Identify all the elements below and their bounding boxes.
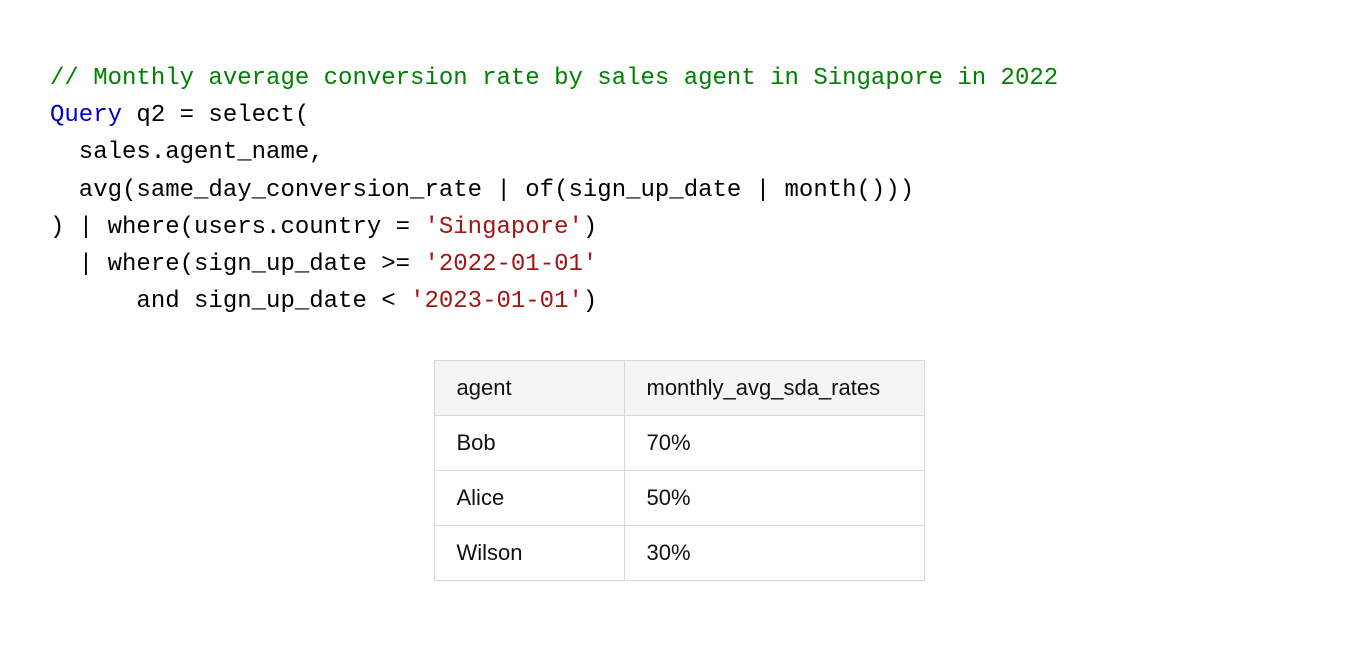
code-text: ) [583, 288, 597, 315]
code-string: 'Singapore' [424, 214, 582, 241]
table-cell-rate: 30% [624, 526, 924, 581]
code-text: and sign_up_date < [50, 288, 410, 315]
code-text: sales.agent_name, [50, 139, 324, 166]
table-row: Alice 50% [434, 471, 924, 526]
code-text: | where(sign_up_date >= [50, 251, 424, 278]
code-comment: // Monthly average conversion rate by sa… [50, 65, 1058, 92]
code-string: '2023-01-01' [410, 288, 583, 315]
code-block: // Monthly average conversion rate by sa… [0, 0, 1358, 320]
table-cell-rate: 50% [624, 471, 924, 526]
table-row: Wilson 30% [434, 526, 924, 581]
table-cell-agent: Alice [434, 471, 624, 526]
table-header-agent: agent [434, 361, 624, 416]
table-header-row: agent monthly_avg_sda_rates [434, 361, 924, 416]
table-cell-agent: Bob [434, 416, 624, 471]
table-cell-agent: Wilson [434, 526, 624, 581]
code-text: q2 = select( [122, 102, 309, 129]
code-text: ) [583, 214, 597, 241]
table-row: Bob 70% [434, 416, 924, 471]
result-table-container: agent monthly_avg_sda_rates Bob 70% Alic… [0, 320, 1358, 581]
table-cell-rate: 70% [624, 416, 924, 471]
code-keyword: Query [50, 102, 122, 129]
code-text: ) | where(users.country = [50, 214, 424, 241]
code-text: avg(same_day_conversion_rate | of(sign_u… [50, 177, 914, 204]
table-header-rate: monthly_avg_sda_rates [624, 361, 924, 416]
code-string: '2022-01-01' [424, 251, 597, 278]
result-table: agent monthly_avg_sda_rates Bob 70% Alic… [434, 360, 925, 581]
